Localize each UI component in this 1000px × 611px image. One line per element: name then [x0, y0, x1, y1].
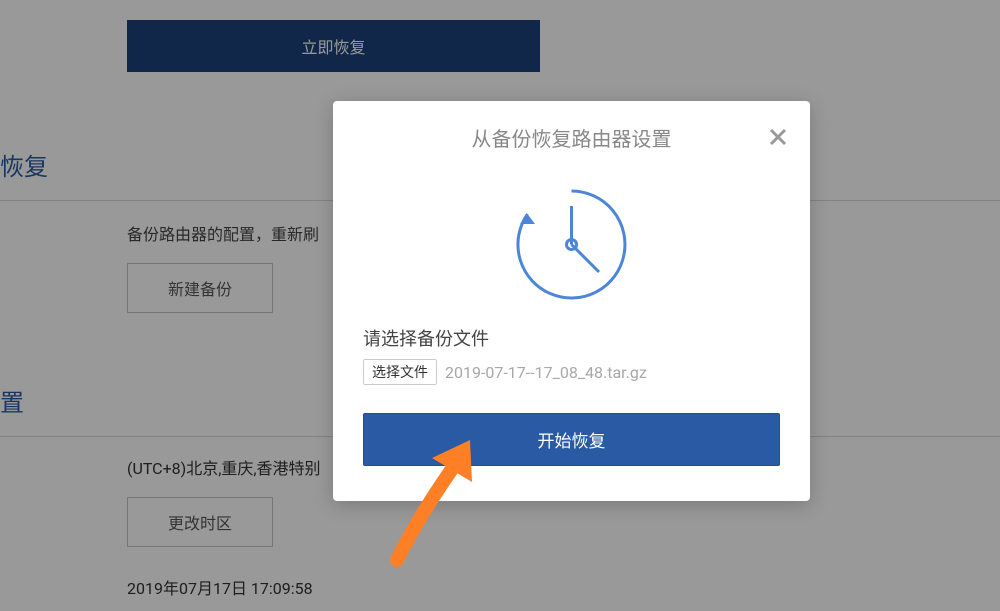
- file-select-label: 请选择备份文件: [363, 325, 780, 351]
- start-restore-button[interactable]: 开始恢复: [363, 413, 780, 466]
- modal-title: 从备份恢复路由器设置: [357, 123, 786, 152]
- selected-file-name: 2019-07-17--17_08_48.tar.gz: [445, 363, 647, 382]
- choose-file-button[interactable]: 选择文件: [363, 359, 437, 385]
- close-icon[interactable]: [764, 123, 792, 151]
- restore-modal: 从备份恢复路由器设置 请选择备份文件 选择文件 2019-07-17--17_0…: [333, 101, 810, 501]
- restore-clock-icon: [363, 182, 780, 307]
